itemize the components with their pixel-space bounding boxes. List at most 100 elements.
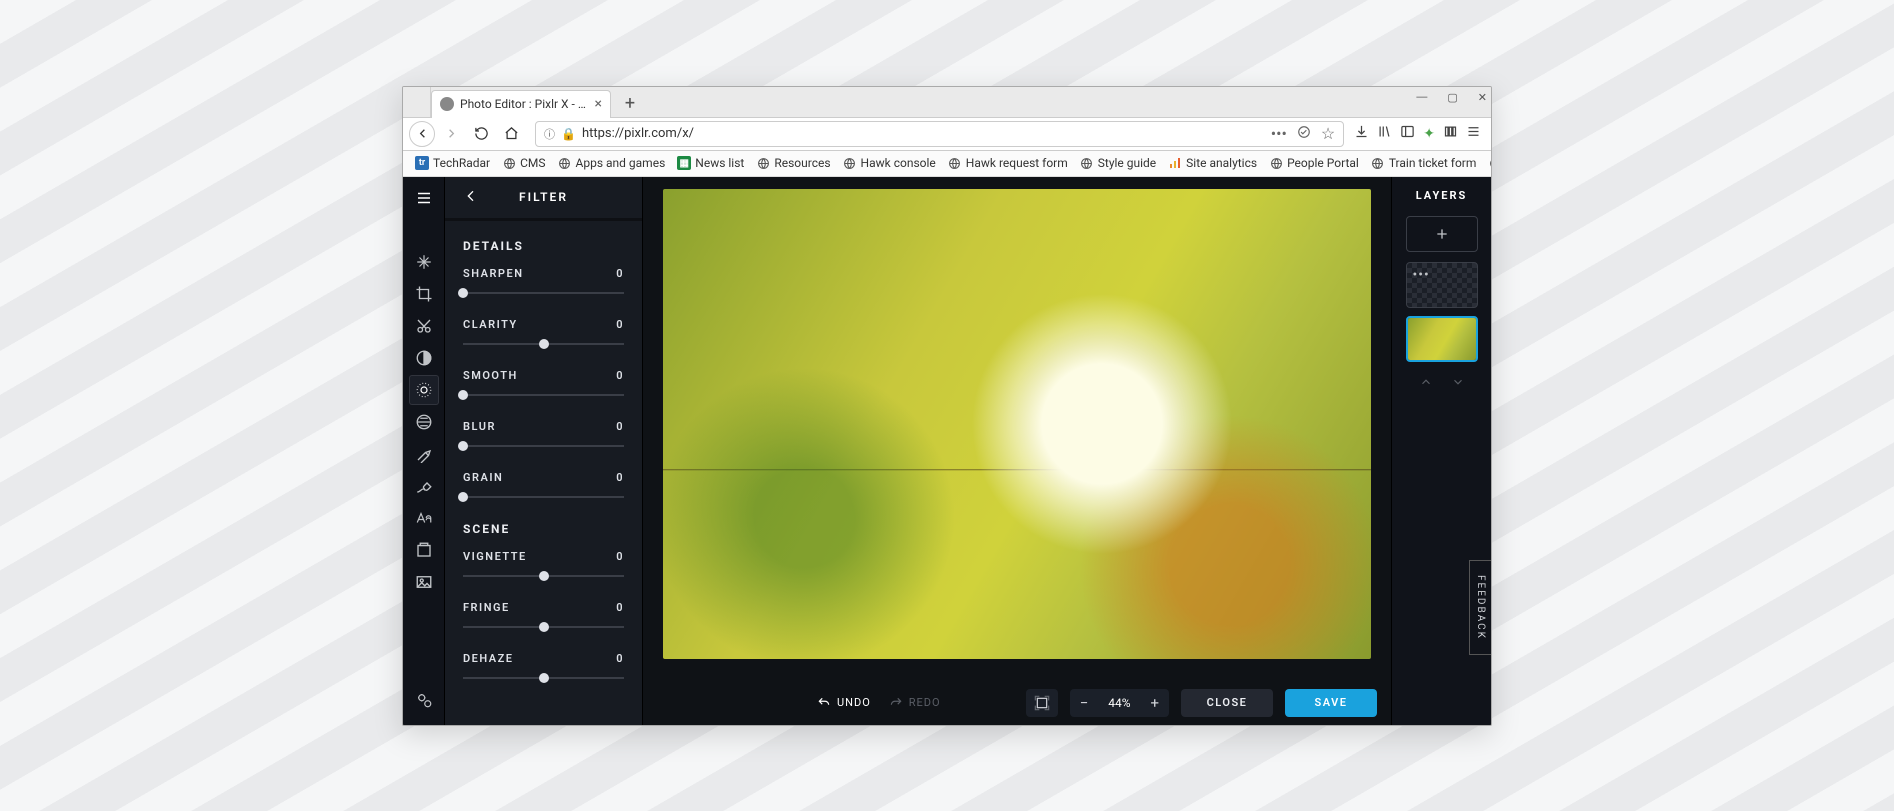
filter-back-button[interactable] (463, 188, 479, 207)
liquify-tool[interactable] (409, 439, 439, 469)
bookmark-label: News list (695, 156, 744, 170)
bookmark-label: Hawk console (861, 156, 936, 170)
slider-thumb[interactable] (458, 492, 468, 502)
window-minimize-button[interactable]: — (1416, 91, 1427, 104)
draw-tool[interactable] (409, 471, 439, 501)
window-close-button[interactable]: ✕ (1478, 91, 1487, 104)
layer-down-button[interactable] (1451, 374, 1465, 393)
zoom-in-button[interactable]: + (1140, 694, 1169, 712)
url-bar[interactable]: ⓘ 🔒 https://pixlr.com/x/ ••• ☆ (535, 121, 1344, 147)
feedback-button[interactable]: FEEDBACK (1469, 560, 1492, 655)
bookmark-item[interactable]: Site analytics (1162, 154, 1263, 172)
bookmark-item[interactable]: Apps and games (552, 154, 672, 172)
text-tool[interactable] (409, 503, 439, 533)
site-info-icon[interactable]: ⓘ (544, 126, 555, 142)
add-layer-button[interactable] (1406, 216, 1478, 252)
bookmarks-bar: trTechRadarCMS Apps and games ▦News listRe… (403, 151, 1491, 177)
slider-thumb[interactable] (539, 673, 549, 683)
save-label: SAVE (1315, 696, 1348, 709)
extension-icon[interactable]: ✦ (1423, 126, 1435, 142)
slider-thumb[interactable] (458, 441, 468, 451)
cutout-tool[interactable] (409, 311, 439, 341)
save-button[interactable]: SAVE (1285, 689, 1377, 717)
fit-screen-button[interactable] (1026, 689, 1058, 717)
filter-tool[interactable] (409, 375, 439, 405)
nav-forward-button[interactable] (437, 120, 465, 148)
slider-track[interactable] (463, 671, 624, 685)
bookmark-label: Apps and games (576, 156, 666, 170)
bookmark-item[interactable]: People Portal (1263, 154, 1365, 172)
arrange-tool[interactable] (409, 247, 439, 277)
lock-icon: 🔒 (561, 127, 576, 141)
downloads-icon[interactable] (1354, 124, 1369, 143)
layer-options-icon[interactable]: ••• (1413, 267, 1430, 283)
settings-button[interactable] (409, 685, 439, 715)
new-tab-button[interactable]: + (617, 91, 643, 117)
slider-label: VIGNETTE (463, 550, 527, 563)
slider-thumb[interactable] (539, 339, 549, 349)
slider-track[interactable] (463, 388, 624, 402)
layer-arrows (1419, 374, 1465, 393)
tab-title: Photo Editor : Pixlr X - free ima… (460, 97, 589, 111)
slider-thumb[interactable] (458, 288, 468, 298)
layer-thumb-empty[interactable]: ••• (1406, 262, 1478, 308)
bookmark-item[interactable]: Train ticket form (1365, 154, 1483, 172)
nav-reload-button[interactable] (467, 120, 495, 148)
slider-value: 0 (616, 601, 624, 614)
layer-up-button[interactable] (1419, 374, 1433, 393)
addimage-tool[interactable] (409, 567, 439, 597)
slider-track[interactable] (463, 569, 624, 583)
browser-tab[interactable]: Photo Editor : Pixlr X - free ima… × (431, 90, 611, 118)
slider-thumb[interactable] (458, 390, 468, 400)
sidebar-icon[interactable] (1400, 124, 1415, 143)
filter-panel-body[interactable]: DETAILSSHARPEN0CLARITY0SMOOTH0BLUR0GRAIN… (445, 221, 642, 725)
bookmark-item[interactable]: ▦News list (671, 154, 750, 172)
slider-track[interactable] (463, 490, 624, 504)
nav-back-button[interactable] (409, 121, 435, 147)
menu-button[interactable] (409, 183, 439, 213)
slider-row: FRINGE0 (463, 601, 624, 634)
slider-value: 0 (616, 471, 624, 484)
effect-tool[interactable] (409, 407, 439, 437)
library-icon[interactable] (1377, 124, 1392, 143)
crop-tool[interactable] (409, 279, 439, 309)
bookmark-item[interactable]: Hawk request form (942, 154, 1074, 172)
bookmark-item[interactable]: CMS (496, 154, 551, 172)
bookmark-item[interactable]: Style guide (1074, 154, 1162, 172)
bookmark-star-icon[interactable]: ☆ (1321, 124, 1335, 143)
slider-label: SHARPEN (463, 267, 523, 280)
bookmark-item[interactable]: trTechRadar (409, 154, 496, 172)
filter-section-title: SCENE (463, 522, 624, 536)
close-button[interactable]: CLOSE (1181, 689, 1273, 717)
feedback-label: FEEDBACK (1475, 575, 1486, 640)
slider-row: SMOOTH0 (463, 369, 624, 402)
undo-button[interactable]: UNDO (817, 696, 871, 710)
zoom-out-button[interactable]: − (1070, 694, 1099, 712)
page-actions-icon[interactable]: ••• (1271, 124, 1287, 143)
nav-home-button[interactable] (497, 120, 525, 148)
canvas-image[interactable] (663, 189, 1371, 659)
layer-thumb-image[interactable] (1406, 316, 1478, 362)
menu-icon[interactable] (1466, 124, 1481, 143)
slider-label: CLARITY (463, 318, 518, 331)
canvas-stage[interactable] (643, 177, 1391, 681)
slider-track[interactable] (463, 620, 624, 634)
adjust-tool[interactable] (409, 343, 439, 373)
redo-button[interactable]: REDO (889, 696, 941, 710)
slider-track[interactable] (463, 337, 624, 351)
bookmark-item[interactable]: Resources (750, 154, 836, 172)
slider-label: BLUR (463, 420, 496, 433)
window-maximize-button[interactable]: ▢ (1447, 91, 1457, 104)
slider-track[interactable] (463, 439, 624, 453)
slider-track[interactable] (463, 286, 624, 300)
extension2-icon[interactable] (1443, 124, 1458, 143)
bookmark-item[interactable]: Feedly (1482, 154, 1491, 172)
element-tool[interactable] (409, 535, 439, 565)
tab-close-icon[interactable]: × (595, 96, 602, 112)
slider-thumb[interactable] (539, 571, 549, 581)
slider-thumb[interactable] (539, 622, 549, 632)
history-buttons: UNDO REDO (817, 696, 941, 710)
slider-value: 0 (616, 550, 624, 563)
reader-icon[interactable] (1297, 124, 1311, 143)
bookmark-item[interactable]: Hawk console (837, 154, 942, 172)
